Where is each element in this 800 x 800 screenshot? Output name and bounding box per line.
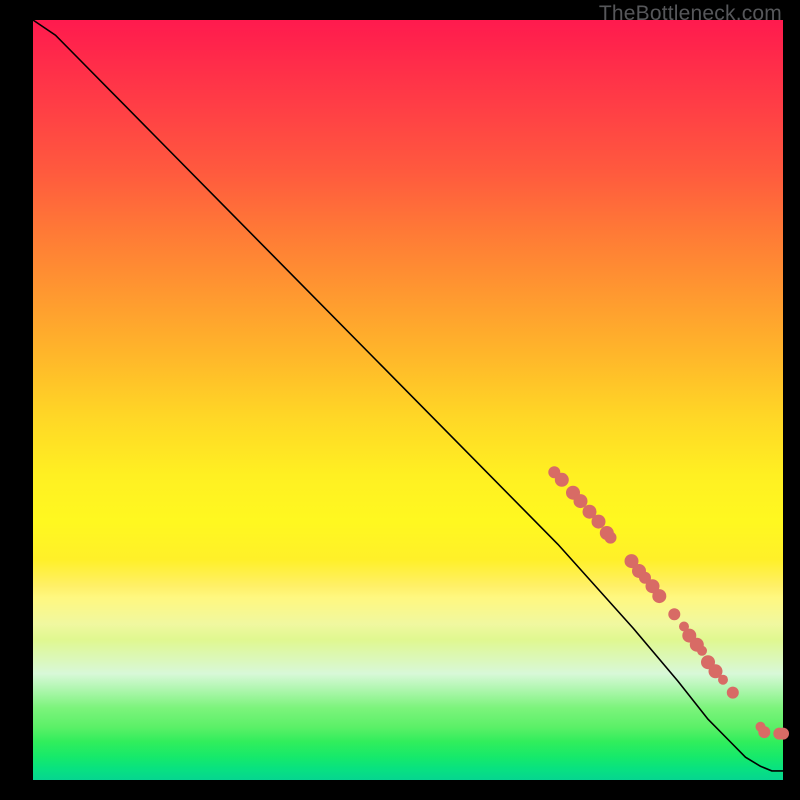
chart-plot-area xyxy=(33,20,783,780)
chart-canvas: TheBottleneck.com xyxy=(0,0,800,800)
watermark-text: TheBottleneck.com xyxy=(599,2,782,26)
